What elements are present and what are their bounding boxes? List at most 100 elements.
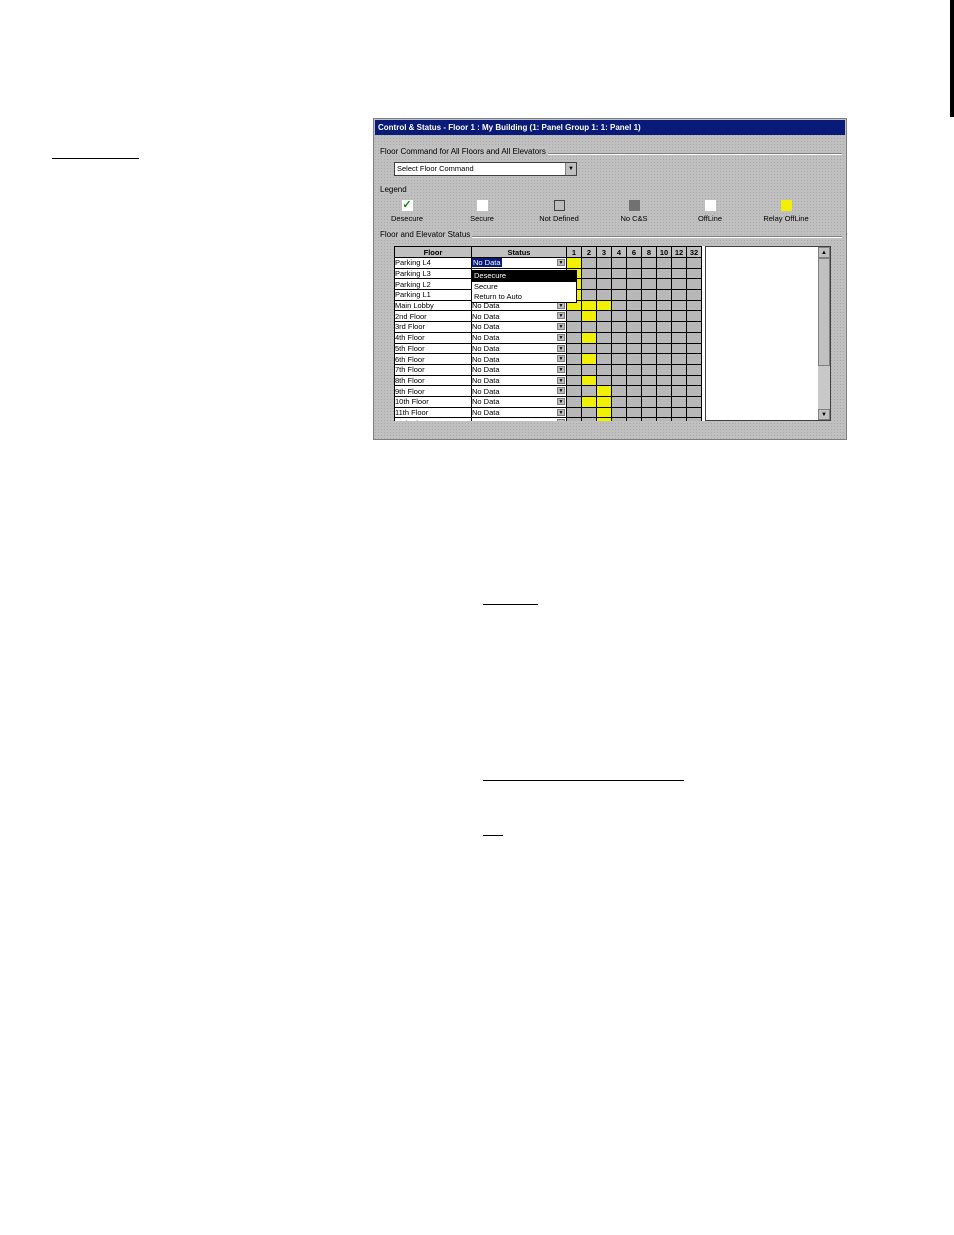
elevator-status-cell[interactable] [686,299,702,312]
elevator-status-cell[interactable] [671,417,687,421]
elevator-status-cell[interactable] [611,385,627,397]
status-dropdown[interactable]: No Data ▼ [471,385,567,397]
elevator-status-cell[interactable] [596,278,612,291]
elevator-status-cell[interactable] [686,278,702,291]
elevator-status-cell[interactable] [656,417,672,421]
status-dropdown[interactable]: No Data ▼ [471,417,567,421]
elevator-status-cell[interactable] [641,310,657,323]
chevron-down-icon[interactable]: ▼ [557,419,565,421]
elevator-status-cell[interactable] [581,278,597,291]
elevator-status-cell[interactable] [581,299,597,312]
status-dropdown[interactable]: No Data ▼ [471,363,567,376]
status-dropdown[interactable]: No Data ▼ [471,321,567,333]
chevron-down-icon[interactable]: ▼ [565,163,576,175]
elevator-status-cell[interactable] [671,406,687,419]
elevator-status-cell[interactable] [686,310,702,323]
elevator-status-cell[interactable] [596,289,612,301]
dropdown-option[interactable]: Return to Auto [472,292,576,303]
elevator-status-cell[interactable] [581,363,597,376]
elevator-status-cell[interactable] [686,374,702,387]
link-underline[interactable] [483,835,503,836]
chevron-down-icon[interactable]: ▼ [557,387,565,395]
elevator-status-cell[interactable] [671,278,687,291]
chevron-down-icon[interactable]: ▼ [557,333,565,341]
elevator-status-cell[interactable] [656,299,672,312]
link-underline[interactable] [52,158,139,159]
elevator-status-cell[interactable] [686,353,702,365]
elevator-status-cell[interactable] [656,374,672,387]
elevator-status-cell[interactable] [581,310,597,323]
elevator-status-cell[interactable] [686,342,702,355]
elevator-status-cell[interactable] [581,342,597,355]
link-underline[interactable] [483,604,538,605]
elevator-status-cell[interactable] [641,417,657,421]
elevator-status-cell[interactable] [611,278,627,291]
elevator-status-cell[interactable] [581,267,597,280]
elevator-status-cell[interactable] [671,374,687,387]
elevator-status-cell[interactable] [581,417,597,421]
elevator-status-cell[interactable] [656,342,672,355]
elevator-status-cell[interactable] [611,342,627,355]
elevator-status-cell[interactable] [626,321,642,333]
scroll-thumb[interactable] [818,258,830,366]
status-dropdown[interactable]: No Data ▼ [471,395,567,408]
elevator-status-cell[interactable] [656,257,672,269]
elevator-status-cell[interactable] [626,289,642,301]
elevator-status-cell[interactable] [581,331,597,344]
floor-command-select[interactable]: Select Floor Command ▼ [394,162,577,176]
chevron-down-icon[interactable]: ▼ [557,397,565,405]
elevator-status-cell[interactable] [581,395,597,408]
elevator-status-cell[interactable] [596,321,612,333]
elevator-status-cell[interactable] [596,406,612,419]
elevator-status-cell[interactable] [566,363,582,376]
elevator-status-cell[interactable] [641,299,657,312]
chevron-down-icon[interactable]: ▼ [557,323,565,331]
elevator-status-cell[interactable] [641,406,657,419]
elevator-status-cell[interactable] [596,257,612,269]
chevron-down-icon[interactable]: ▼ [557,408,565,416]
elevator-status-cell[interactable] [626,342,642,355]
elevator-status-cell[interactable] [581,353,597,365]
elevator-status-cell[interactable] [656,267,672,280]
elevator-status-cell[interactable] [671,299,687,312]
elevator-status-cell[interactable] [686,331,702,344]
elevator-status-cell[interactable] [611,257,627,269]
elevator-status-cell[interactable] [626,395,642,408]
vertical-scrollbar[interactable]: ▲ ▼ [818,247,830,420]
elevator-status-cell[interactable] [671,289,687,301]
elevator-status-cell[interactable] [641,374,657,387]
elevator-status-cell[interactable] [626,257,642,269]
elevator-status-cell[interactable] [686,417,702,421]
elevator-status-cell[interactable] [641,353,657,365]
elevator-status-cell[interactable] [656,321,672,333]
elevator-status-cell[interactable] [656,395,672,408]
elevator-status-cell[interactable] [686,395,702,408]
chevron-down-icon[interactable]: ▼ [557,355,565,363]
elevator-status-cell[interactable] [641,257,657,269]
elevator-status-cell[interactable] [611,321,627,333]
elevator-status-cell[interactable] [626,310,642,323]
elevator-status-cell[interactable] [566,331,582,344]
elevator-status-cell[interactable] [641,289,657,301]
status-dropdown[interactable]: No Data ▼ [471,353,567,365]
elevator-status-cell[interactable] [581,374,597,387]
elevator-status-cell[interactable] [671,331,687,344]
elevator-status-cell[interactable] [596,363,612,376]
elevator-status-cell[interactable] [641,321,657,333]
elevator-status-cell[interactable] [671,321,687,333]
chevron-down-icon[interactable]: ▼ [557,344,565,352]
elevator-status-cell[interactable] [611,310,627,323]
elevator-status-cell[interactable] [671,257,687,269]
status-dropdown[interactable]: No Data ▼ [471,257,567,269]
elevator-status-cell[interactable] [671,342,687,355]
elevator-status-cell[interactable] [656,385,672,397]
elevator-status-cell[interactable] [611,331,627,344]
dropdown-option[interactable]: Secure [472,282,576,293]
elevator-status-cell[interactable] [641,331,657,344]
elevator-status-cell[interactable] [566,417,582,421]
elevator-status-cell[interactable] [596,342,612,355]
elevator-status-cell[interactable] [566,406,582,419]
elevator-status-cell[interactable] [626,417,642,421]
elevator-status-cell[interactable] [671,353,687,365]
elevator-status-cell[interactable] [686,257,702,269]
